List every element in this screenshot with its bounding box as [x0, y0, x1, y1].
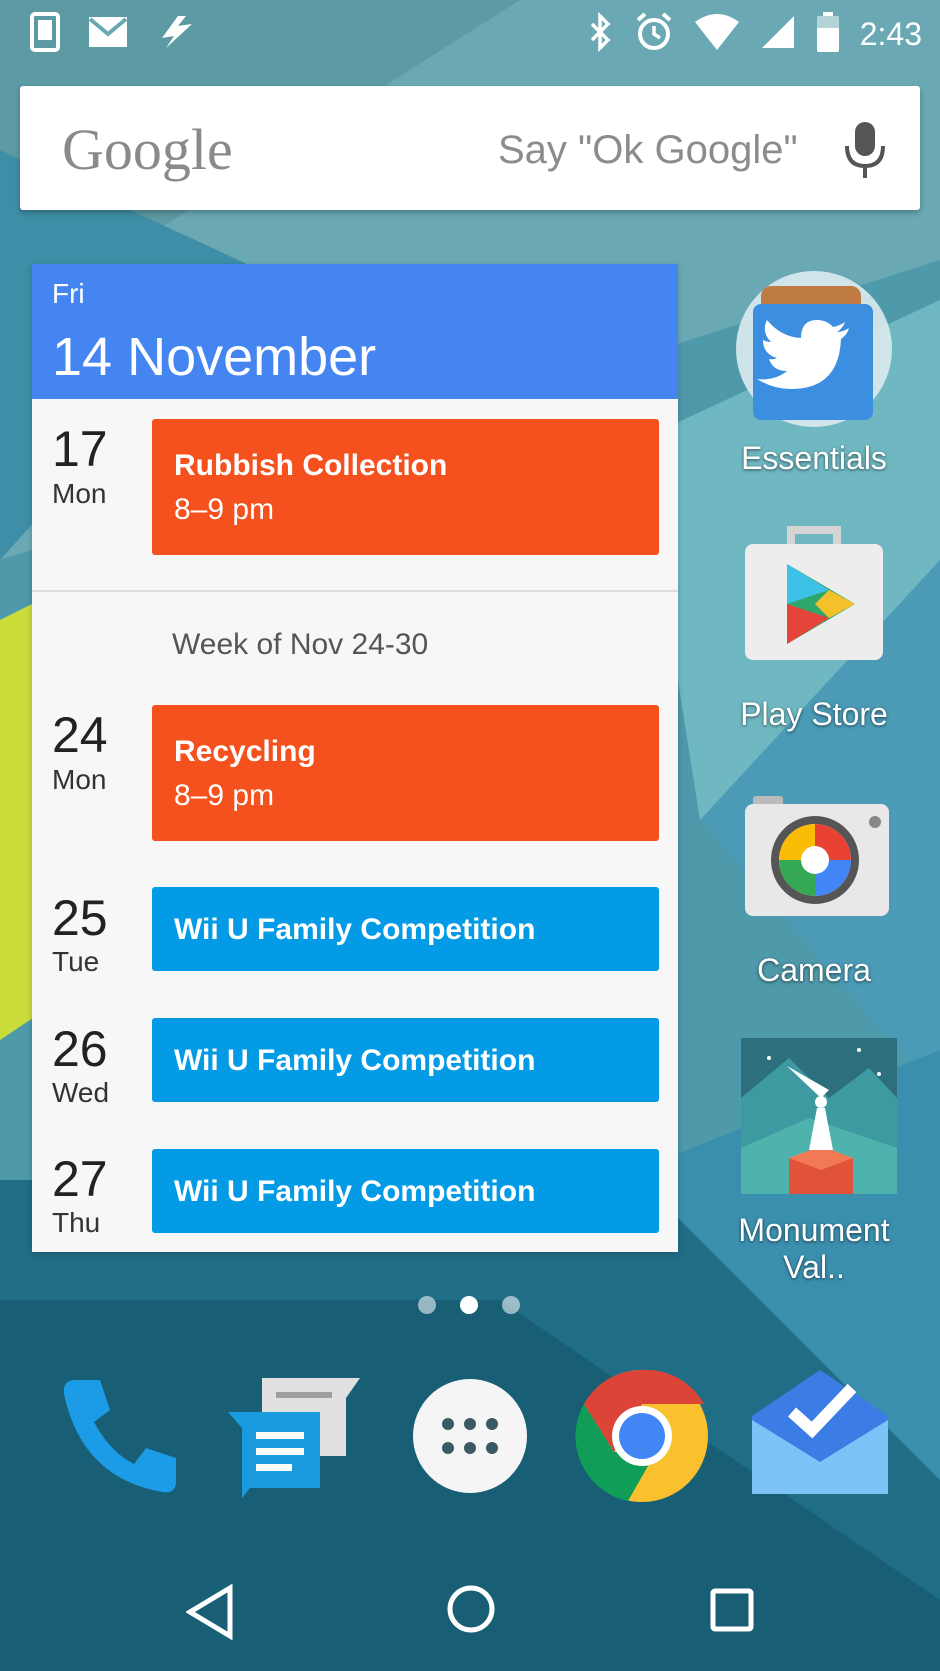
- battery-icon: [816, 12, 840, 57]
- divider: [32, 590, 678, 592]
- event-title: Wii U Family Competition: [174, 1044, 536, 1077]
- camera-icon: [729, 796, 899, 924]
- day-name: Thu: [52, 1207, 101, 1238]
- back-icon[interactable]: [185, 1583, 236, 1645]
- app-essentials-folder[interactable]: Essentials: [724, 264, 904, 484]
- event-title: Wii U Family Competition: [174, 913, 536, 946]
- recents-icon[interactable]: [710, 1588, 754, 1637]
- day-name: Mon: [52, 764, 107, 795]
- page-dot-active[interactable]: [460, 1296, 478, 1314]
- day-name: Wed: [52, 1077, 110, 1108]
- event-time: 8–9 pm: [174, 779, 275, 812]
- calendar-event[interactable]: Wii U Family Competition: [152, 1018, 659, 1102]
- day-number: 25: [52, 890, 108, 946]
- search-hint: Say "Ok Google": [498, 128, 798, 172]
- microphone-icon[interactable]: [844, 122, 886, 183]
- app-label: Monument Val..: [738, 1212, 890, 1285]
- day-name: Tue: [52, 946, 100, 977]
- calendar-header-day: Fri: [52, 278, 85, 309]
- calendar-event[interactable]: Wii U Family Competition: [152, 887, 659, 971]
- app-camera[interactable]: Camera: [724, 790, 904, 990]
- alarm-icon: [634, 12, 674, 57]
- week-label: Week of Nov 24-30: [172, 628, 429, 661]
- app-label: Play Store: [740, 696, 888, 732]
- day-name: Mon: [52, 478, 107, 509]
- page-dot[interactable]: [418, 1296, 436, 1314]
- signal-icon: [760, 14, 796, 55]
- calendar-event[interactable]: Rubbish Collection 8–9 pm: [152, 419, 659, 555]
- google-logo: Google: [62, 117, 233, 182]
- app-drawer-icon[interactable]: [412, 1378, 528, 1499]
- messenger-icon[interactable]: [226, 1374, 366, 1503]
- event-title: Wii U Family Competition: [174, 1175, 536, 1208]
- event-title: Recycling: [174, 735, 316, 768]
- play-store-icon: [729, 526, 899, 674]
- day-number: 26: [52, 1021, 108, 1077]
- status-bar: 2:43: [0, 0, 940, 70]
- twitter-folder-icon: [729, 271, 899, 438]
- inbox-icon[interactable]: [750, 1368, 890, 1503]
- monument-valley-icon: [729, 1038, 899, 1202]
- event-time: 8–9 pm: [174, 493, 275, 526]
- phone-notification-icon: [30, 12, 60, 57]
- status-clock: 2:43: [859, 16, 922, 52]
- app-label: Essentials: [741, 440, 887, 476]
- event-title: Rubbish Collection: [174, 449, 448, 482]
- calendar-header[interactable]: Fri 14 November: [32, 264, 678, 399]
- google-search-bar[interactable]: Google Say "Ok Google": [20, 86, 920, 210]
- chrome-icon[interactable]: [574, 1368, 710, 1509]
- day-number: 27: [52, 1151, 108, 1207]
- calendar-event[interactable]: Recycling 8–9 pm: [152, 705, 659, 841]
- page-indicator: [418, 1296, 520, 1314]
- gmail-icon: [88, 16, 128, 53]
- home-icon[interactable]: [446, 1584, 496, 1639]
- bluetooth-icon: [588, 11, 614, 57]
- flash-icon: [156, 14, 196, 55]
- app-play-store[interactable]: Play Store: [724, 520, 904, 740]
- app-label: Camera: [757, 952, 871, 988]
- phone-icon[interactable]: [58, 1374, 182, 1503]
- navigation-bar: [0, 1560, 940, 1671]
- day-number: 17: [52, 421, 108, 477]
- calendar-widget[interactable]: Fri 14 November 17 Mon Rubbish Collectio…: [32, 264, 678, 1252]
- calendar-header-date: 14 November: [52, 327, 377, 387]
- page-dot[interactable]: [502, 1296, 520, 1314]
- wifi-icon: [694, 14, 740, 55]
- day-number: 24: [52, 707, 108, 763]
- app-monument-valley[interactable]: Monument Val..: [724, 1038, 904, 1285]
- calendar-event[interactable]: Wii U Family Competition: [152, 1149, 659, 1233]
